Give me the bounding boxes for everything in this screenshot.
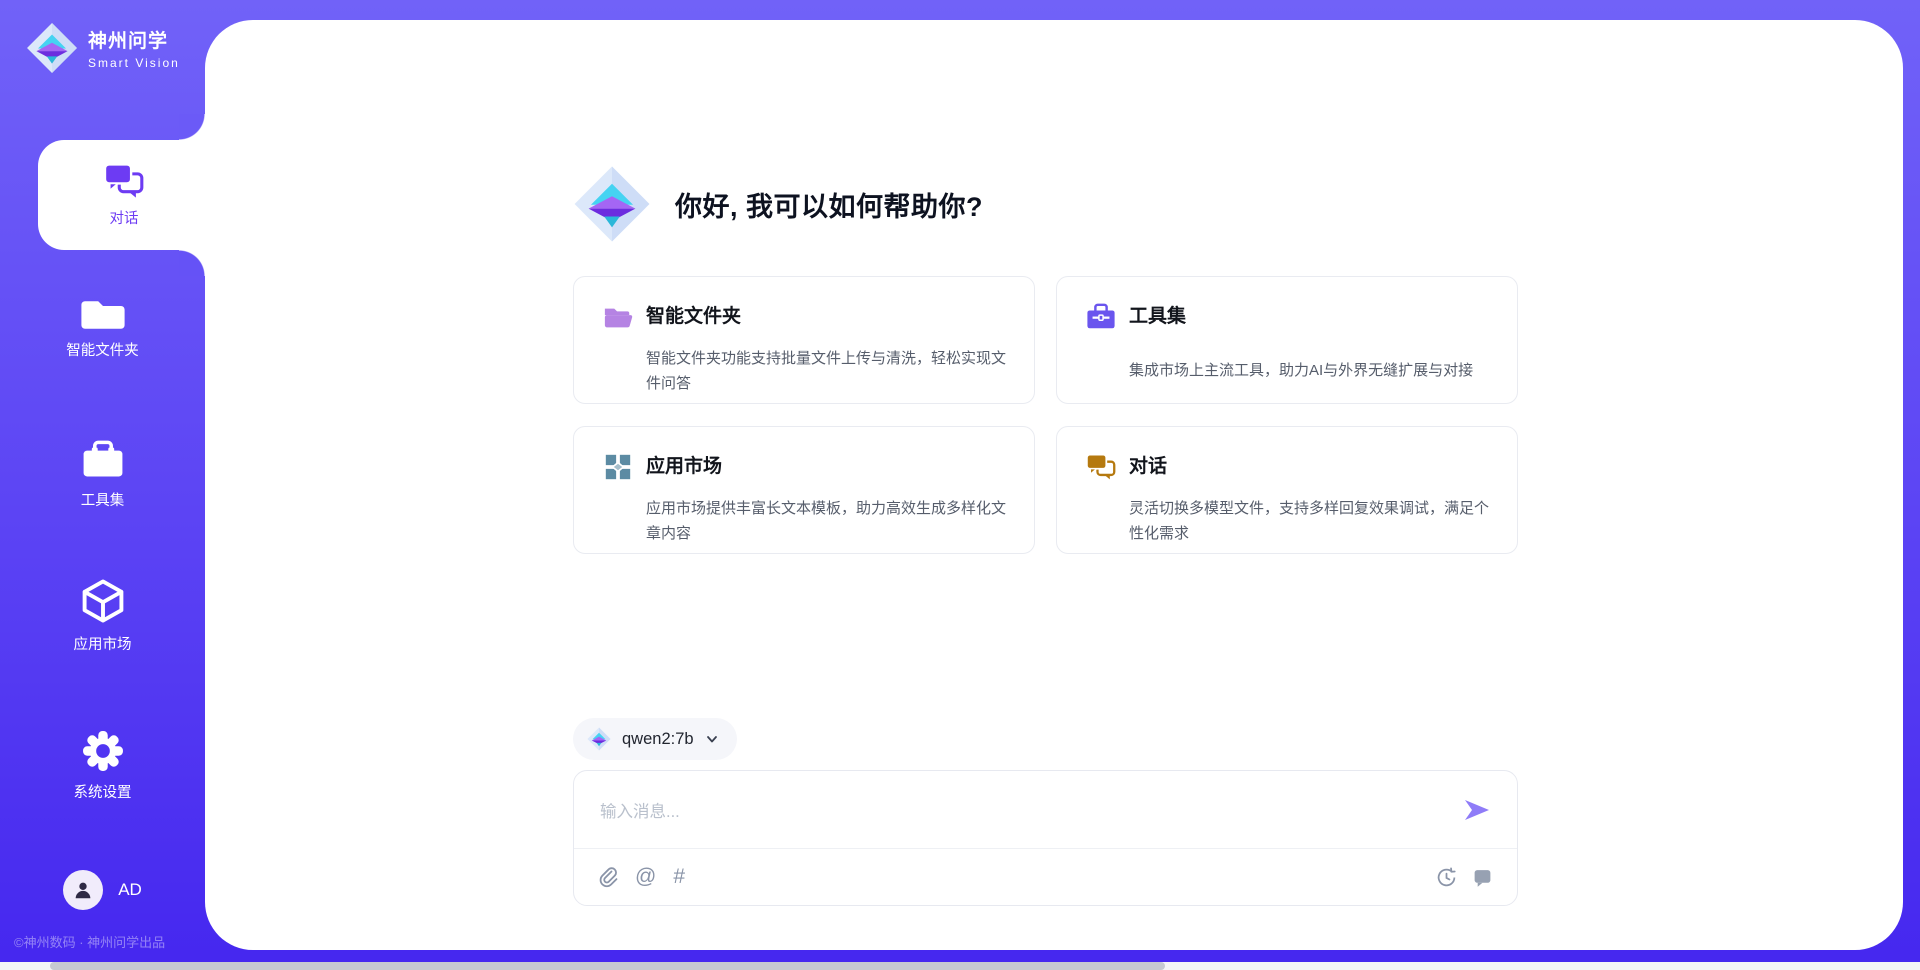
topic-button[interactable]: # [673, 865, 685, 889]
brand-gem-icon [573, 163, 651, 245]
sidebar-item-chat[interactable]: 对话 [38, 140, 210, 250]
sidebar-item-app-market[interactable]: 应用市场 [0, 578, 205, 654]
send-button[interactable] [1462, 795, 1492, 825]
chat-bubbles-icon [103, 162, 145, 200]
sidebar-item-toolset[interactable]: 工具集 [0, 440, 205, 510]
brand-subtitle: Smart Vision [88, 56, 180, 70]
gear-icon [82, 730, 124, 772]
brand-gem-icon [26, 22, 78, 74]
card-app-market[interactable]: 应用市场 应用市场提供丰富长文本模板，助力高效生成多样化文章内容 [573, 426, 1035, 554]
model-selector-label: qwen2:7b [622, 730, 694, 749]
hash-icon: # [673, 865, 685, 889]
chat-bubbles-icon [1086, 452, 1116, 482]
greeting-title: 你好, 我可以如何帮助你? [675, 185, 983, 224]
attach-file-button[interactable] [598, 866, 618, 888]
cube-icon [80, 578, 126, 624]
brand-logo: 神州问学 Smart Vision [26, 22, 180, 74]
copyright-text: ©神州数码 · 神州问学出品 [14, 932, 165, 951]
main-content-panel: 你好, 我可以如何帮助你? 智能文件夹 智能文件夹功能支持批量文件上传与清洗，轻… [205, 20, 1903, 950]
card-description: 智能文件夹功能支持批量文件上传与清洗，轻松实现文件问答 [646, 346, 1006, 404]
card-title: 应用市场 [646, 451, 1006, 478]
message-composer: @ # [573, 770, 1518, 906]
send-icon [1462, 795, 1492, 825]
grid-box-icon [603, 452, 633, 482]
card-smart-folder[interactable]: 智能文件夹 智能文件夹功能支持批量文件上传与清洗，轻松实现文件问答 [573, 276, 1035, 404]
card-chat[interactable]: 对话 灵活切换多模型文件，支持多样回复效果调试，满足个性化需求 [1056, 426, 1518, 554]
brand-gem-icon [587, 727, 611, 751]
feature-cards-grid: 智能文件夹 智能文件夹功能支持批量文件上传与清洗，轻松实现文件问答 工具集 集成… [573, 276, 1518, 554]
card-title: 对话 [1129, 451, 1489, 478]
sidebar: 神州问学 Smart Vision 对话 智能文件夹 [0, 0, 205, 970]
card-description: 集成市场上主流工具，助力AI与外界无缝扩展与对接 [1129, 358, 1489, 403]
history-icon [1436, 867, 1457, 888]
chevron-down-icon [705, 732, 719, 746]
person-icon [72, 879, 94, 901]
chat-square-icon [1472, 867, 1493, 888]
greeting-header: 你好, 我可以如何帮助你? [573, 163, 983, 245]
card-toolset[interactable]: 工具集 集成市场上主流工具，助力AI与外界无缝扩展与对接 [1056, 276, 1518, 404]
card-title: 智能文件夹 [646, 301, 1006, 328]
toolbox-icon [1086, 302, 1116, 332]
mention-button[interactable]: @ [635, 865, 656, 889]
folder-icon [81, 294, 125, 330]
user-name: AD [118, 880, 142, 900]
horizontal-scrollbar-thumb[interactable] [50, 962, 1165, 970]
conversation-button[interactable] [1472, 867, 1493, 888]
paperclip-icon [598, 866, 618, 888]
sidebar-item-settings[interactable]: 系统设置 [0, 730, 205, 802]
sidebar-item-smart-folder[interactable]: 智能文件夹 [0, 294, 205, 360]
card-description: 灵活切换多模型文件，支持多样回复效果调试，满足个性化需求 [1129, 496, 1489, 554]
horizontal-scrollbar [0, 962, 1920, 970]
composer-toolbar: @ # [574, 849, 1517, 905]
brand-name: 神州问学 [88, 26, 180, 53]
active-tab-bottom-curve [179, 250, 205, 276]
toolbox-icon [81, 440, 125, 480]
sidebar-item-label: 智能文件夹 [66, 339, 139, 360]
sidebar-item-label: 应用市场 [74, 633, 132, 654]
card-description: 应用市场提供丰富长文本模板，助力高效生成多样化文章内容 [646, 496, 1006, 554]
model-selector[interactable]: qwen2:7b [573, 718, 737, 760]
history-button[interactable] [1436, 867, 1457, 888]
sidebar-item-label: 工具集 [81, 489, 125, 510]
folder-open-icon [603, 302, 633, 332]
message-input[interactable] [600, 792, 1447, 832]
card-title: 工具集 [1129, 301, 1489, 328]
sidebar-item-label: 对话 [110, 207, 139, 228]
active-tab-top-curve [179, 114, 205, 140]
sidebar-item-label: 系统设置 [74, 781, 132, 802]
avatar [63, 870, 103, 910]
user-account[interactable]: AD [0, 870, 205, 910]
at-icon: @ [635, 865, 656, 889]
